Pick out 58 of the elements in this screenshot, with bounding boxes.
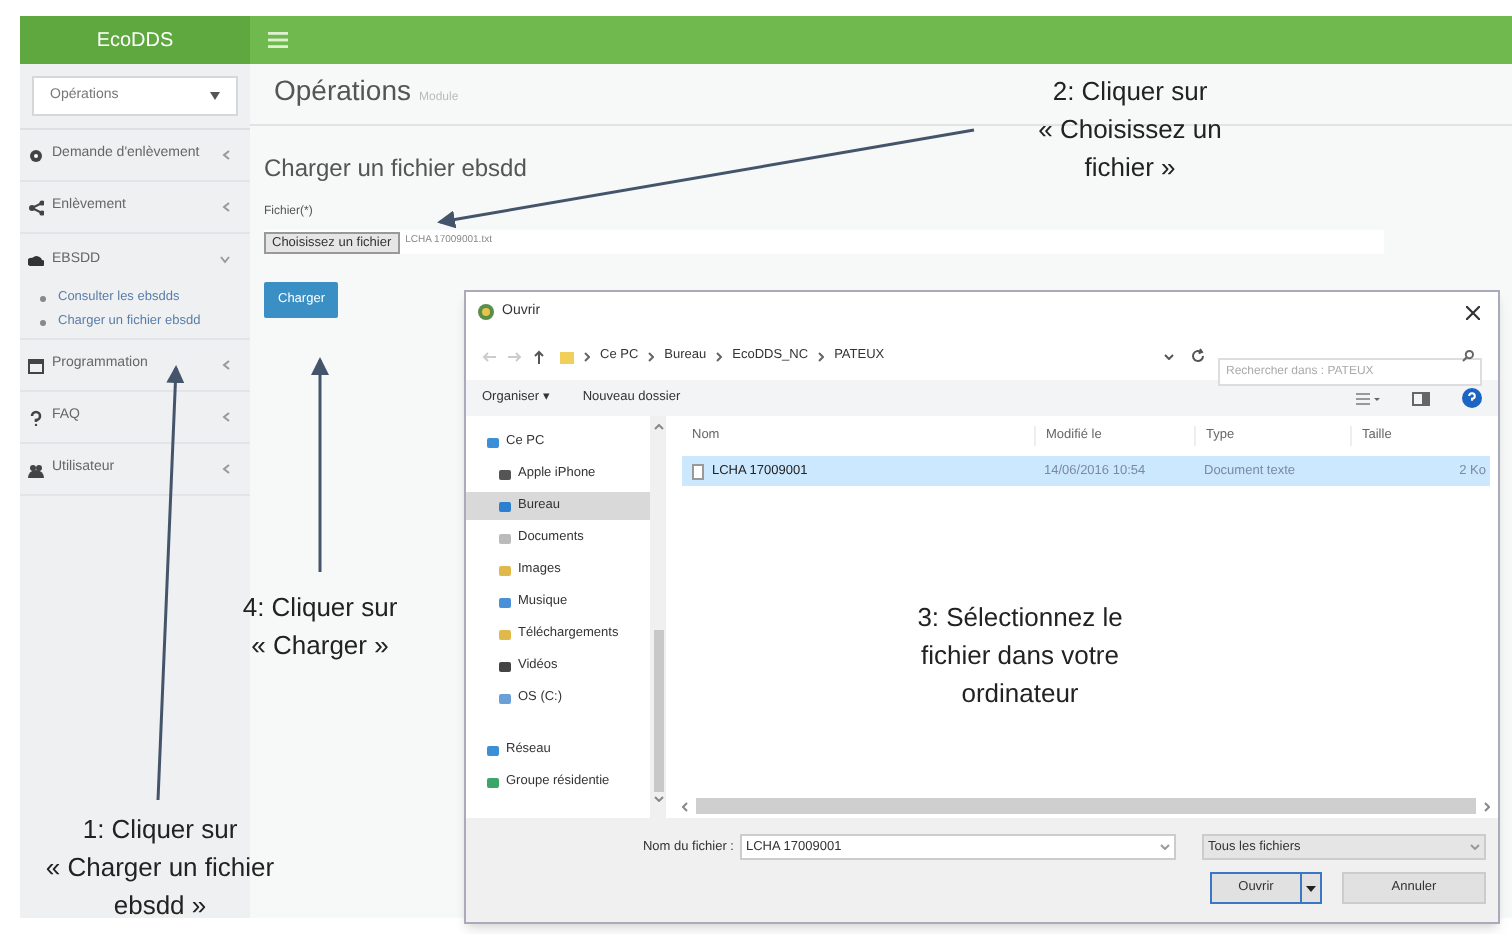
help-icon (1462, 388, 1482, 408)
scroll-up-icon (653, 424, 663, 430)
question-icon (28, 409, 44, 425)
folder-icon (498, 531, 512, 545)
close-icon (1466, 305, 1480, 319)
chevron-left-icon (222, 202, 230, 212)
folder-icon (498, 691, 512, 705)
folder-icon (486, 435, 500, 449)
folder-icon (498, 499, 512, 513)
section-title: Charger un fichier ebsdd (264, 152, 527, 186)
share-icon (28, 199, 44, 215)
calendar-icon (28, 357, 44, 373)
chevron-left-icon (222, 464, 230, 474)
folder-icon (486, 775, 500, 789)
scroll-right-icon (1484, 801, 1490, 811)
view-icon (1356, 391, 1380, 405)
annotation-text: 1: Cliquer sur « Charger un fichier ebsdd » (43, 812, 277, 924)
folder-icon (560, 349, 574, 363)
page-title: Opérations (274, 72, 411, 110)
back-icon (482, 351, 496, 361)
folder-icon (498, 659, 512, 673)
caret-icon (1306, 885, 1316, 891)
scroll-down-icon (653, 796, 663, 802)
text-file-icon (692, 463, 704, 479)
dropdown-icon (1470, 844, 1480, 850)
folder-icon (498, 467, 512, 481)
chevron-right-icon (584, 351, 590, 361)
chevron-left-icon (222, 150, 230, 160)
folder-icon (486, 743, 500, 757)
refresh-icon (1190, 348, 1206, 364)
chevron-right-icon (818, 351, 825, 361)
folder-icon (498, 627, 512, 641)
folder-icon (498, 563, 512, 577)
chevron-down-icon (220, 256, 230, 264)
chevron-left-icon (222, 412, 230, 422)
pane-icon (1412, 391, 1430, 405)
annotation-text: 3: Sélectionnez le fichier dans votre ordinateur (915, 600, 1125, 712)
app-icon (478, 304, 494, 320)
caret-icon (210, 92, 220, 100)
bullet-icon (40, 295, 46, 301)
forward-icon (508, 351, 522, 361)
bullet-icon (40, 319, 46, 325)
chevron-right-icon (648, 351, 655, 361)
cloud-icon (28, 252, 44, 268)
chevron-left-icon (222, 360, 230, 370)
annotation-text: 2: Cliquer sur « Choisissez un fichier » (1036, 74, 1224, 186)
up-icon (534, 349, 544, 363)
search-icon (1462, 350, 1474, 362)
chevron-right-icon (716, 351, 723, 361)
users-icon (28, 461, 44, 477)
close-button[interactable] (1466, 305, 1486, 319)
dropdown-icon (1164, 353, 1174, 359)
annotation-text: 4: Cliquer sur « Charger » (240, 590, 400, 664)
dropdown-icon (1160, 844, 1170, 850)
folder-icon (498, 595, 512, 609)
gear-icon (28, 147, 44, 163)
scroll-left-icon (682, 801, 688, 811)
app-brand: EcoDDS (20, 16, 250, 64)
